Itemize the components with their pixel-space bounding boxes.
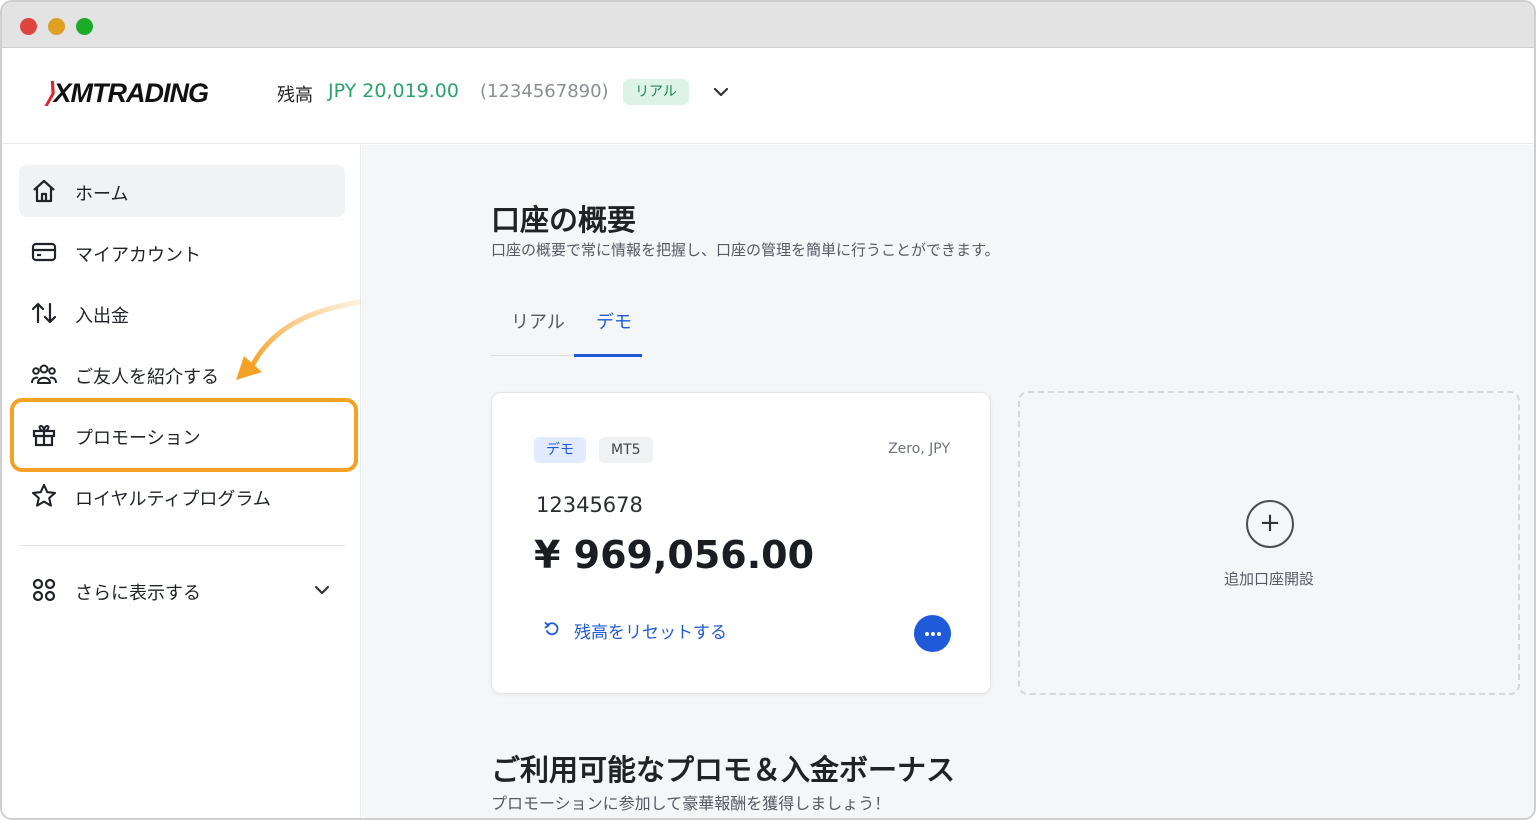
card-icon [31,242,57,262]
page-title: 口座の概要 [491,203,637,237]
sidebar-item-home[interactable]: ホーム [19,165,345,217]
star-icon [31,483,57,507]
browser-window: ⟩XMTRADING 残高 JPY 20,019.00 (1234567890)… [0,0,1536,820]
add-account-label: 追加口座開設 [1223,570,1314,588]
main-content: 口座の概要 口座の概要で常に情報を把握し、口座の管理を簡単に行うことができます。… [362,145,1534,818]
account-switcher-chevron-down-icon[interactable] [710,82,732,102]
account-card[interactable]: デモ MT5 Zero, JPY 12345678 ¥ 969,056.00 残… [491,392,991,694]
sidebar-show-more[interactable]: さらに表示する [19,564,345,616]
dot-icon [931,632,935,636]
sidebar-item-loyalty-program[interactable]: ロイヤルティプログラム [19,470,345,522]
dot-icon [937,632,941,636]
minimize-window-button[interactable] [48,18,65,35]
sidebar-item-label: マイアカウント [75,245,201,266]
account-balance: ¥ 969,056.00 [534,533,815,577]
reset-icon [544,622,559,636]
sidebar-item-label: ホーム [75,184,129,205]
account-type-badge: リアル [623,79,689,105]
people-icon [31,364,57,384]
reset-balance-link[interactable]: 残高をリセットする [574,618,727,643]
grid-icon [32,578,56,602]
chevron-down-icon [314,585,330,595]
window-titlebar [2,2,1534,48]
show-more-label: さらに表示する [75,583,201,604]
close-window-button[interactable] [20,18,37,35]
promo-section-title: ご利用可能なプロモ＆入金ボーナス [491,753,956,787]
active-tab-indicator [574,354,642,357]
xmtrading-logo[interactable]: ⟩XMTRADING [44,78,209,109]
sidebar-item-label: 入出金 [75,306,129,327]
sidebar: ホーム マイアカウント 入出金 ご友人を紹介する プロモーション ロイヤルティプ… [2,145,361,818]
add-account-card[interactable]: + 追加口座開設 [1018,391,1520,695]
plus-icon: + [1246,500,1294,548]
account-id: (1234567890) [480,81,609,102]
app-header: ⟩XMTRADING 残高 JPY 20,019.00 (1234567890)… [2,48,1534,144]
platform-tag: MT5 [599,437,653,463]
home-icon [33,179,55,203]
pointer-arrow-icon [236,299,363,380]
sidebar-item-label: ロイヤルティプログラム [75,489,271,510]
transfer-arrows-icon [31,302,57,324]
page-subtitle: 口座の概要で常に情報を把握し、口座の管理を簡単に行うことができます。 [491,241,1000,259]
sidebar-item-label: ご友人を紹介する [75,367,219,388]
dot-icon [925,632,929,636]
sidebar-divider [19,545,345,546]
account-type-tag: デモ [534,437,586,463]
tab-demo[interactable]: デモ [596,308,632,334]
tab-real[interactable]: リアル [511,308,565,334]
maximize-window-button[interactable] [76,18,93,35]
more-options-button[interactable] [914,615,951,652]
sidebar-item-my-account[interactable]: マイアカウント [19,226,345,278]
balance-label: 残高 [277,85,313,106]
account-number: 12345678 [536,493,643,517]
promotion-highlight-box [10,398,358,472]
promo-section-subtitle: プロモーションに参加して豪華報酬を獲得しましょう！ [491,794,891,813]
balance-amount: JPY 20,019.00 [328,80,459,102]
account-meta: Zero, JPY [888,441,950,457]
